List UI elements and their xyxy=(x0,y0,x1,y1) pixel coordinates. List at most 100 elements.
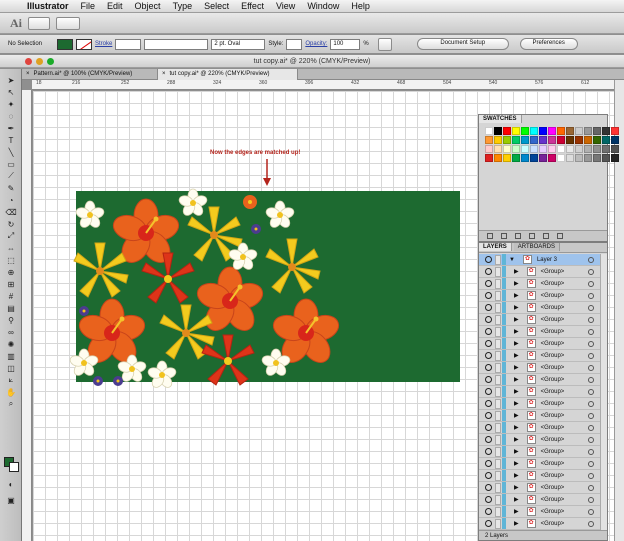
pencil-tool-icon[interactable]: ✎ xyxy=(4,183,18,193)
horizontal-ruler[interactable]: 18 216 252 288 324 360 396 432 468 504 5… xyxy=(32,80,614,90)
tab-close-icon[interactable]: × xyxy=(26,69,30,80)
group-name[interactable]: <Group> xyxy=(541,341,565,347)
layer-row-top[interactable]: ▼ ✿ Layer 3 xyxy=(479,254,600,266)
expand-triangle-icon[interactable]: ▶ xyxy=(514,436,519,443)
layer-group-row[interactable]: ▶ ✿ <Group> xyxy=(479,410,600,422)
visibility-eye-icon[interactable] xyxy=(485,424,492,431)
lock-toggle[interactable] xyxy=(495,374,501,385)
color-swatch[interactable] xyxy=(584,136,592,144)
color-swatch[interactable] xyxy=(539,145,547,153)
color-swatch[interactable] xyxy=(521,145,529,153)
blob-brush-tool-icon[interactable]: ◔ xyxy=(4,195,18,205)
target-icon[interactable] xyxy=(588,341,594,347)
target-icon[interactable] xyxy=(588,281,594,287)
visibility-eye-icon[interactable] xyxy=(485,280,492,287)
free-transform-tool-icon[interactable]: ⬚ xyxy=(4,255,18,265)
delete-swatch-icon[interactable] xyxy=(557,233,563,239)
group-name[interactable]: <Group> xyxy=(541,377,565,383)
expand-triangle-icon[interactable]: ▶ xyxy=(514,520,519,527)
stroke-weight-field[interactable] xyxy=(115,38,142,50)
zoom-tool-icon[interactable]: ⌕ xyxy=(4,399,18,409)
graphic-style-field[interactable] xyxy=(286,38,303,50)
slice-tool-icon[interactable]: ⟀ xyxy=(4,375,18,385)
color-swatch[interactable] xyxy=(575,127,583,135)
swatch-libraries-icon[interactable] xyxy=(487,233,493,239)
group-name[interactable]: <Group> xyxy=(541,497,565,503)
type-tool-icon[interactable]: T xyxy=(4,135,18,145)
target-icon[interactable] xyxy=(588,353,594,359)
color-swatch[interactable] xyxy=(593,145,601,153)
layers-scrollbar[interactable] xyxy=(600,254,607,530)
color-swatch[interactable] xyxy=(494,136,502,144)
visibility-eye-icon[interactable] xyxy=(485,376,492,383)
color-swatch[interactable] xyxy=(557,145,565,153)
screen-mode-icon[interactable]: ▣ xyxy=(4,495,18,505)
target-icon[interactable] xyxy=(588,317,594,323)
visibility-eye-icon[interactable] xyxy=(485,400,492,407)
color-swatch[interactable] xyxy=(557,127,565,135)
lock-toggle[interactable] xyxy=(495,518,501,529)
color-swatch[interactable] xyxy=(485,136,493,144)
color-swatch[interactable] xyxy=(575,136,583,144)
target-icon[interactable] xyxy=(588,305,594,311)
color-swatch[interactable] xyxy=(611,145,619,153)
layer-group-row[interactable]: ▶ ✿ <Group> xyxy=(479,314,600,326)
arrange-documents-button[interactable] xyxy=(56,16,80,30)
layer-group-row[interactable]: ▶ ✿ <Group> xyxy=(479,386,600,398)
layer-group-row[interactable]: ▶ ✿ <Group> xyxy=(479,518,600,530)
menu-app-name[interactable]: Illustrator xyxy=(21,1,75,11)
expand-triangle-icon[interactable]: ▶ xyxy=(514,364,519,371)
lock-toggle[interactable] xyxy=(495,398,501,409)
color-swatch[interactable] xyxy=(512,145,520,153)
document-setup-button[interactable]: Document Setup xyxy=(416,38,509,50)
color-swatch[interactable] xyxy=(584,127,592,135)
color-swatch[interactable] xyxy=(494,154,502,162)
target-icon[interactable] xyxy=(588,413,594,419)
color-swatch[interactable] xyxy=(512,127,520,135)
group-name[interactable]: <Group> xyxy=(541,317,565,323)
layer-group-row[interactable]: ▶ ✿ <Group> xyxy=(479,422,600,434)
layer-group-row[interactable]: ▶ ✿ <Group> xyxy=(479,494,600,506)
layer-group-row[interactable]: ▶ ✿ <Group> xyxy=(479,434,600,446)
menu-view[interactable]: View xyxy=(270,1,301,11)
color-swatch[interactable] xyxy=(548,136,556,144)
stroke-color-swatch[interactable] xyxy=(76,38,92,50)
group-name[interactable]: <Group> xyxy=(541,305,565,311)
color-swatch[interactable] xyxy=(530,145,538,153)
lock-toggle[interactable] xyxy=(495,266,501,277)
symbol-sprayer-tool-icon[interactable]: ✺ xyxy=(4,339,18,349)
expand-triangle-icon[interactable]: ▶ xyxy=(514,412,519,419)
color-swatch[interactable] xyxy=(512,136,520,144)
menu-select[interactable]: Select xyxy=(198,1,235,11)
layer-group-row[interactable]: ▶ ✿ <Group> xyxy=(479,374,600,386)
target-icon[interactable] xyxy=(588,425,594,431)
rectangle-tool-icon[interactable]: ▭ xyxy=(4,159,18,169)
lock-toggle[interactable] xyxy=(495,434,501,445)
color-swatch[interactable] xyxy=(611,136,619,144)
layer-name[interactable]: Layer 3 xyxy=(537,257,557,263)
gradient-tool-icon[interactable]: ▤ xyxy=(4,303,18,313)
minimize-window-icon[interactable] xyxy=(36,58,43,65)
fill-color-swatch[interactable] xyxy=(57,38,73,50)
visibility-eye-icon[interactable] xyxy=(485,292,492,299)
menu-window[interactable]: Window xyxy=(301,1,345,11)
group-name[interactable]: <Group> xyxy=(541,509,565,515)
line-tool-icon[interactable]: ╲ xyxy=(4,147,18,157)
visibility-eye-icon[interactable] xyxy=(485,316,492,323)
color-swatch[interactable] xyxy=(521,154,529,162)
menu-effect[interactable]: Effect xyxy=(235,1,270,11)
layer-group-row[interactable]: ▶ ✿ <Group> xyxy=(479,362,600,374)
visibility-eye-icon[interactable] xyxy=(485,460,492,467)
lock-toggle[interactable] xyxy=(495,326,501,337)
layer-group-row[interactable]: ▶ ✿ <Group> xyxy=(479,458,600,470)
target-icon[interactable] xyxy=(588,461,594,467)
group-name[interactable]: <Group> xyxy=(541,329,565,335)
target-icon[interactable] xyxy=(588,365,594,371)
expand-triangle-icon[interactable]: ▶ xyxy=(514,292,519,299)
close-window-icon[interactable] xyxy=(25,58,32,65)
expand-triangle-icon[interactable]: ▶ xyxy=(514,352,519,359)
visibility-eye-icon[interactable] xyxy=(485,340,492,347)
lock-toggle[interactable] xyxy=(495,470,501,481)
target-icon[interactable] xyxy=(588,269,594,275)
target-icon[interactable] xyxy=(588,473,594,479)
